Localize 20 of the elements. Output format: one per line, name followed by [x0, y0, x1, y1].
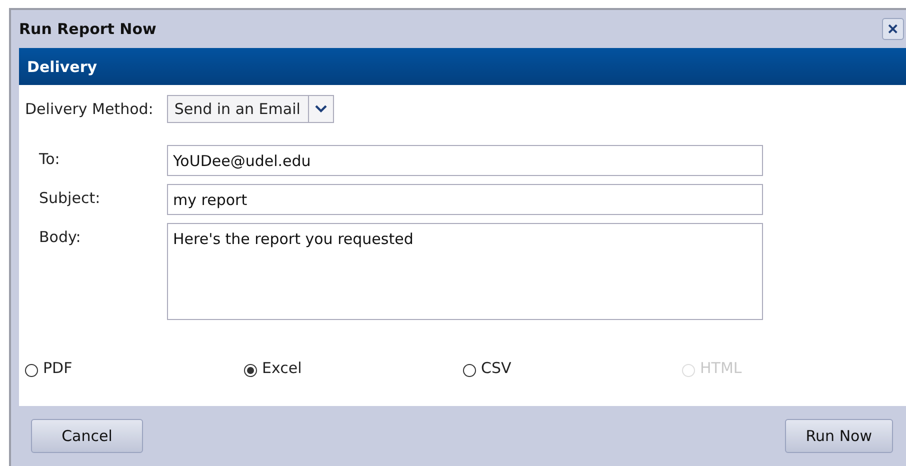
radio-button[interactable]: [463, 364, 476, 377]
body-textarea[interactable]: Here's the report you requested: [167, 223, 763, 320]
chevron-down-icon: [315, 105, 328, 113]
input-field[interactable]: my report: [167, 184, 763, 215]
field-label: Subject:: [39, 188, 102, 207]
radio-button[interactable]: [244, 364, 257, 377]
section-header: Delivery: [19, 48, 906, 85]
input-field[interactable]: YoUDee@udel.edu: [167, 145, 763, 176]
dialog-button[interactable]: Cancel: [31, 419, 143, 453]
radio-label: Excel: [262, 358, 302, 376]
field-label: To:: [39, 149, 61, 168]
radio-label: CSV: [481, 358, 512, 376]
dialog-button[interactable]: Run Now: [784, 419, 893, 453]
radio-button[interactable]: [25, 364, 38, 377]
window-title: Run Report Now: [19, 20, 156, 38]
delivery-method-dropdown[interactable]: Send in an Email: [167, 95, 334, 123]
field-label: Body:: [39, 227, 82, 246]
radio-label: PDF: [43, 358, 72, 376]
field-label: Delivery Method:: [25, 100, 154, 118]
close-button[interactable]: ✕: [882, 18, 904, 40]
